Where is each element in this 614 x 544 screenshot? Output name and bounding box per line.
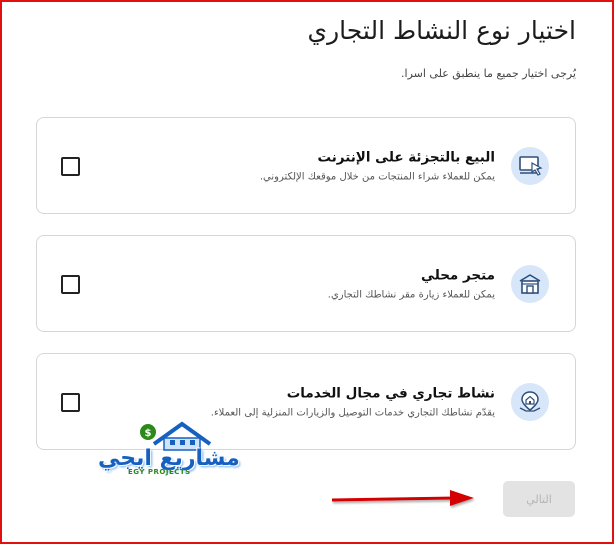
option-title: متجر محلي <box>421 267 495 283</box>
option-text: متجر محلي يمكن للعملاء زيارة مقر نشاطك ا… <box>328 267 495 300</box>
page-title: اختيار نوع النشاط التجاري <box>307 16 576 45</box>
option-checkbox-online-retail[interactable] <box>61 156 80 176</box>
option-checkbox-service-business[interactable] <box>61 392 80 412</box>
option-title: نشاط تجاري في مجال الخدمات <box>286 385 495 401</box>
watermark-english-text: EGY PROJECTS <box>128 468 191 476</box>
option-text: نشاط تجاري في مجال الخدمات يقدّم نشاطك ا… <box>211 385 495 418</box>
option-card-online-retail[interactable]: البيع بالتجزئة على الإنترنت يمكن للعملاء… <box>36 117 576 214</box>
monitor-cursor-icon <box>511 146 549 185</box>
next-button[interactable]: التالي <box>503 481 575 517</box>
option-text: البيع بالتجزئة على الإنترنت يمكن للعملاء… <box>260 149 495 182</box>
business-type-page: اختيار نوع النشاط التجاري يُرجى اختيار ج… <box>2 2 612 542</box>
option-checkbox-local-store[interactable] <box>61 274 80 294</box>
house-location-icon <box>511 382 549 421</box>
option-description: يقدّم نشاطك التجاري خدمات التوصيل والزيا… <box>210 407 495 418</box>
annotation-arrow-icon <box>331 490 474 506</box>
option-description: يمكن للعملاء زيارة مقر نشاطك التجاري. <box>327 289 495 300</box>
svg-text:$: $ <box>145 428 152 439</box>
option-description: يمكن للعملاء شراء المنتجات من خلال موقعك… <box>259 171 495 182</box>
page-subtitle: يُرجى اختيار جميع ما ينطبق على اسرا. <box>401 67 576 80</box>
storefront-icon <box>511 264 549 303</box>
watermark-logo: $ مشاريع ايجي EGY PROJECTS <box>98 418 248 488</box>
option-title: البيع بالتجزئة على الإنترنت <box>317 149 495 165</box>
option-card-local-store[interactable]: متجر محلي يمكن للعملاء زيارة مقر نشاطك ا… <box>36 235 576 332</box>
